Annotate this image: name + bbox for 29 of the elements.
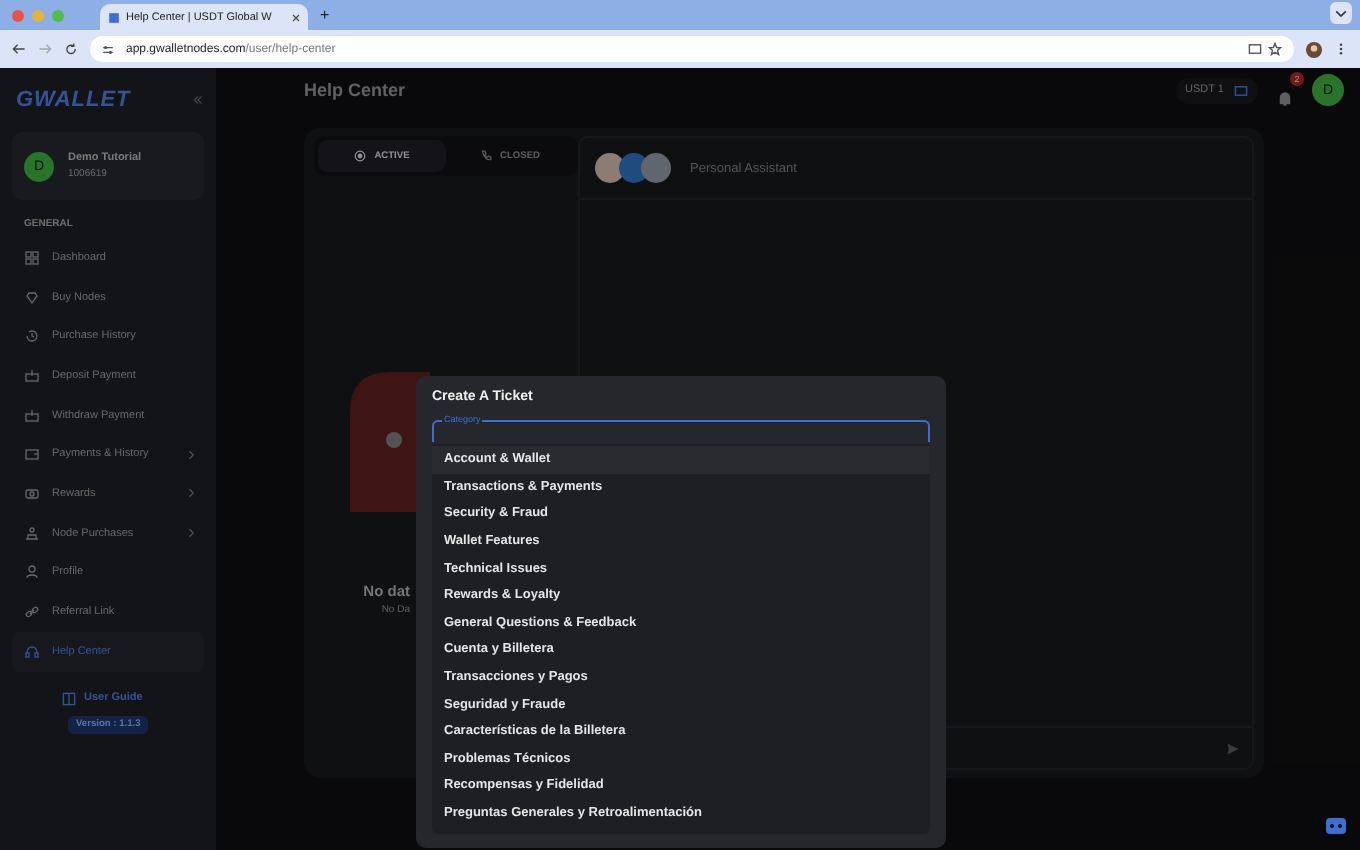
reload-icon[interactable] [64,42,78,56]
close-icon[interactable] [292,13,300,21]
site-settings-icon[interactable] [102,43,114,55]
wallet-icon [1234,83,1248,97]
back-icon[interactable] [12,42,26,56]
ticket-icon [24,485,40,502]
chevron-down-icon[interactable] [1330,2,1352,24]
book-icon [62,691,76,706]
cast-icon[interactable] [1248,42,1262,56]
page-title: Help Center [304,80,406,100]
gem-icon [24,289,40,306]
bell-icon[interactable] [1276,89,1294,107]
history-icon [24,328,40,345]
tray-icon [24,367,40,384]
tray-icon [24,407,40,424]
grid-icon [24,249,40,266]
link-icon [24,604,40,621]
headset-icon [24,643,40,660]
profile-icon[interactable] [1306,41,1322,57]
favicon-icon [108,11,120,23]
new-tab-button[interactable]: + [316,6,334,24]
star-icon[interactable] [1268,42,1282,56]
more-icon[interactable] [1334,42,1348,56]
chat-widget-icon[interactable] [1322,812,1350,840]
wallet-icon [24,446,40,463]
logo: GWALLET [16,88,131,112]
person-icon [24,564,40,581]
radio-icon [354,150,367,162]
phone-icon [480,150,492,162]
